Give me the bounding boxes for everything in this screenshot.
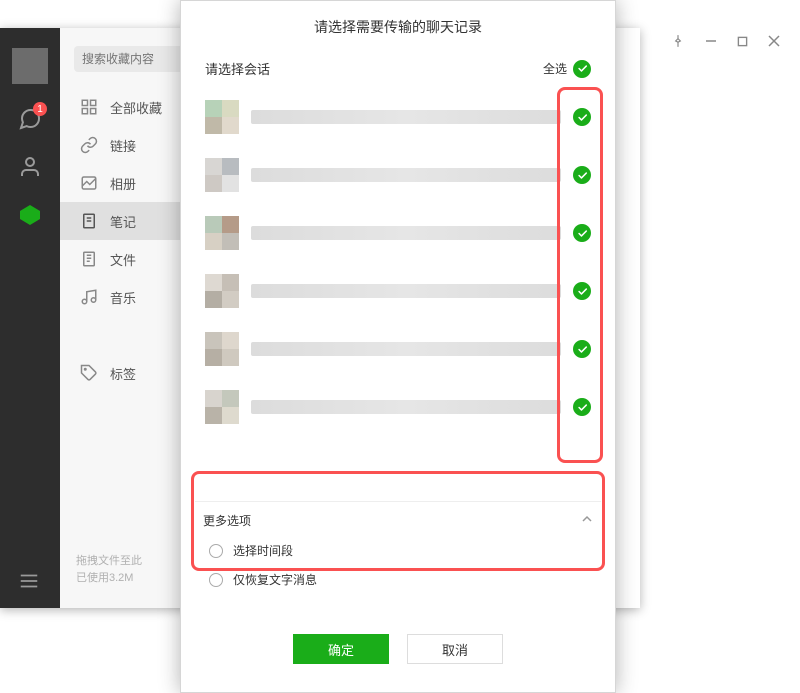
minimize-icon[interactable]: [705, 35, 717, 47]
radio-icon: [209, 544, 223, 558]
conversation-avatar: [205, 158, 239, 192]
conversation-name: [251, 226, 561, 240]
check-icon[interactable]: [573, 398, 591, 416]
chat-badge: 1: [33, 102, 47, 116]
contacts-icon[interactable]: [17, 154, 43, 180]
cancel-button[interactable]: 取消: [407, 634, 503, 664]
conversation-avatar: [205, 390, 239, 424]
conversation-item[interactable]: [205, 378, 591, 436]
conversation-item[interactable]: [205, 204, 591, 262]
check-icon[interactable]: [573, 108, 591, 126]
transfer-chat-dialog: 请选择需要传输的聊天记录 请选择会话 全选: [180, 0, 616, 693]
conversation-name: [251, 400, 561, 414]
conversation-item[interactable]: [205, 320, 591, 378]
maximize-icon[interactable]: [737, 36, 748, 47]
radio-icon: [209, 573, 223, 587]
more-options-header[interactable]: 更多选项: [203, 508, 593, 532]
chat-icon[interactable]: 1: [17, 106, 43, 132]
sidebar-item-label: 笔记: [110, 212, 136, 231]
conversation-item[interactable]: [205, 146, 591, 204]
check-icon[interactable]: [573, 166, 591, 184]
sidebar-item-label: 链接: [110, 136, 136, 155]
check-icon: [573, 60, 591, 78]
conversation-avatar: [205, 274, 239, 308]
conversation-avatar: [205, 100, 239, 134]
conversation-name: [251, 342, 561, 356]
box-icon[interactable]: [17, 202, 43, 228]
conversation-avatar: [205, 332, 239, 366]
select-all-label: 全选: [543, 60, 567, 77]
sidebar-item-label: 文件: [110, 250, 136, 269]
hamburger-icon[interactable]: [18, 570, 40, 592]
check-icon[interactable]: [573, 224, 591, 242]
dialog-title: 请选择需要传输的聊天记录: [181, 1, 615, 55]
sidebar-item-label: 全部收藏: [110, 98, 162, 117]
section-label: 请选择会话: [205, 59, 270, 78]
more-options-panel: 更多选项 选择时间段 仅恢复文字消息: [195, 501, 601, 600]
sidebar-item-label: 相册: [110, 174, 136, 193]
window-controls: [671, 34, 780, 48]
profile-avatar[interactable]: [12, 48, 48, 84]
conversation-name: [251, 110, 561, 124]
left-rail: 1: [0, 28, 60, 608]
select-conversation-header: 请选择会话 全选: [181, 55, 615, 88]
conversation-name: [251, 168, 561, 182]
conversation-item[interactable]: [205, 262, 591, 320]
chevron-up-icon: [581, 513, 593, 528]
close-icon[interactable]: [768, 35, 780, 47]
sidebar-item-label: 标签: [110, 364, 136, 383]
option-text-only[interactable]: 仅恢复文字消息: [209, 571, 587, 588]
conversation-name: [251, 284, 561, 298]
conversation-item[interactable]: [205, 88, 591, 146]
pin-icon[interactable]: [671, 34, 685, 48]
option-time-range[interactable]: 选择时间段: [209, 542, 587, 559]
confirm-button[interactable]: 确定: [293, 634, 389, 664]
sidebar-item-label: 音乐: [110, 288, 136, 307]
conversation-list: [181, 88, 615, 499]
check-icon[interactable]: [573, 340, 591, 358]
select-all-button[interactable]: 全选: [543, 60, 591, 78]
check-icon[interactable]: [573, 282, 591, 300]
dialog-footer: 确定 取消: [181, 600, 615, 692]
conversation-avatar: [205, 216, 239, 250]
